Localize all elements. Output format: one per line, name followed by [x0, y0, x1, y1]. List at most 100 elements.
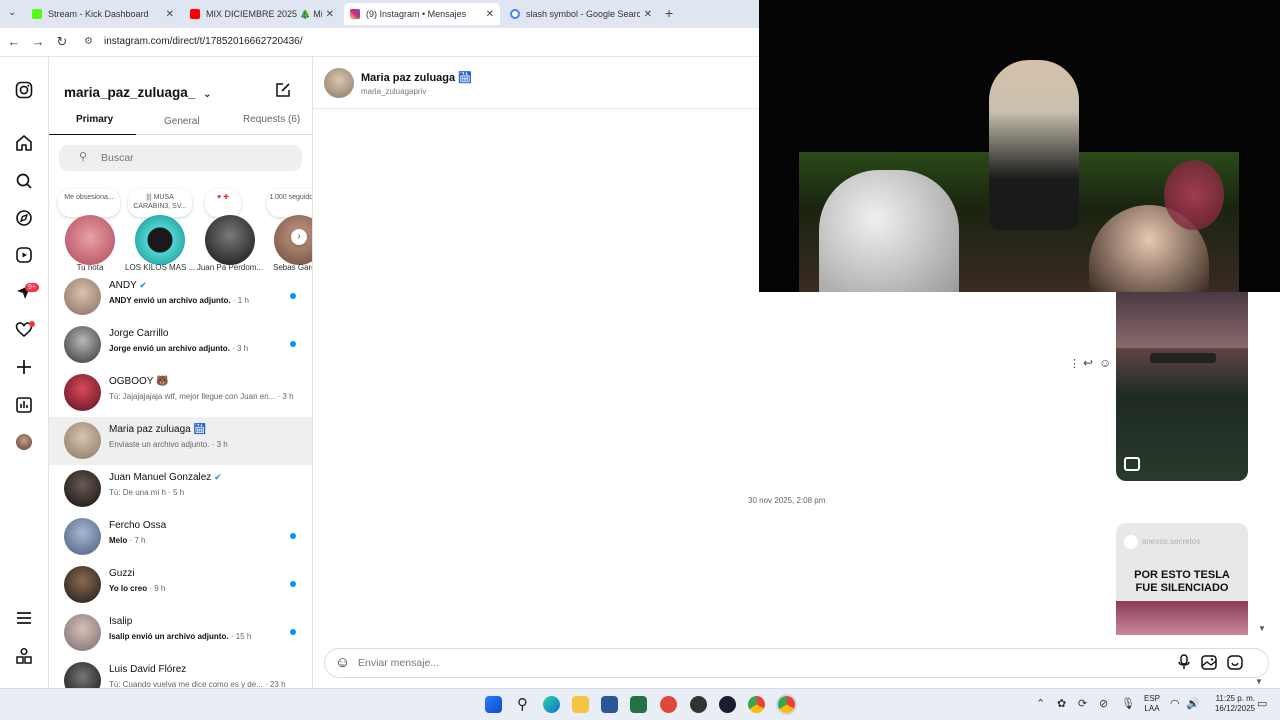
address-bar[interactable]: instagram.com/direct/t/17852016662720436…	[104, 36, 302, 47]
tab-primary-underline	[49, 134, 136, 135]
microphone-icon[interactable]: 🎙	[1121, 697, 1135, 710]
search-icon[interactable]: ⚲	[514, 696, 531, 713]
close-tab-icon[interactable]: ✕	[326, 9, 334, 20]
shared-reel[interactable]: anexos.secretos POR ESTO TESLA FUE SILEN…	[1116, 523, 1248, 635]
edge-icon[interactable]	[543, 696, 560, 713]
conversation-item[interactable]: Isalip Isalip envió un archivo adjunto. …	[49, 609, 312, 657]
scroll-down-icon[interactable]: ▼	[1255, 677, 1263, 686]
chrome-icon[interactable]	[748, 696, 765, 713]
word-icon[interactable]	[601, 696, 618, 713]
video-plant	[1164, 160, 1224, 230]
note-bubble[interactable]: ♥ ✚	[205, 189, 241, 217]
conversation-item[interactable]: ANDY ✔ ANDY envió un archivo adjunto. · …	[49, 273, 312, 321]
conversation-item[interactable]: Jorge Carrillo Jorge envió un archivo ad…	[49, 321, 312, 369]
clock[interactable]: 11:25 p. m. 16/12/2025	[1203, 694, 1255, 714]
conversation-item[interactable]: OGBOOY 🐻 Tú: Jajajajajaja wtf, mejor lle…	[49, 369, 312, 417]
emoji-icon[interactable]: ☺	[335, 654, 350, 671]
tab-primary[interactable]: Primary	[76, 114, 113, 125]
explore-icon[interactable]	[13, 207, 35, 229]
tab-list-icon[interactable]: ⌄	[8, 7, 16, 18]
react-emoji-icon[interactable]: ☺	[1099, 356, 1111, 370]
conversation-item[interactable]: Guzzi Yo lo creo · 9 h	[49, 561, 312, 609]
file-explorer-icon[interactable]	[572, 696, 589, 713]
account-username[interactable]: maria_paz_zuluaga_ ⌄	[64, 85, 211, 100]
search-field[interactable]: ⚲ Buscar	[59, 145, 302, 171]
tab-label: Stream - Kick Dashboard	[48, 9, 149, 19]
sticker-icon[interactable]	[1227, 655, 1243, 675]
reel-icon	[1124, 457, 1140, 471]
conversation-item[interactable]: Juan Manuel Gonzalez ✔ Tú: De una mi h ·…	[49, 465, 312, 513]
obs-icon[interactable]	[690, 696, 707, 713]
acrobat-icon[interactable]	[660, 696, 677, 713]
network-off-icon[interactable]: ⊘	[1099, 697, 1108, 710]
avatar	[64, 326, 101, 363]
conversation-preview: Yo lo creo · 9 h	[109, 584, 166, 593]
contact-name[interactable]: Maria paz zuluaga 🛗	[361, 71, 472, 84]
reels-icon[interactable]	[13, 244, 35, 266]
unread-dot	[290, 581, 296, 587]
wifi-icon[interactable]: ◠	[1170, 697, 1180, 710]
new-tab-button[interactable]: +	[665, 5, 673, 21]
language-bottom: LAA	[1144, 704, 1160, 713]
forward-icon[interactable]: →	[29, 34, 47, 49]
tab-general[interactable]: General	[164, 116, 200, 127]
tab-instagram[interactable]: (9) Instagram • Mensajes ✕	[344, 3, 500, 25]
instagram-logo-icon[interactable]	[13, 79, 35, 101]
scroll-down-icon[interactable]: ▼	[1258, 624, 1266, 633]
reload-icon[interactable]: ↻	[53, 34, 71, 50]
reply-icon[interactable]: ↩	[1083, 356, 1093, 370]
close-tab-icon[interactable]: ✕	[486, 9, 494, 20]
conversation-item[interactable]: Luis David Flórez Tú: Cuando vuelva me d…	[49, 657, 312, 688]
volume-icon[interactable]: 🔊	[1186, 697, 1200, 710]
note-bubble[interactable]: ||| MUSA CARABIN3, SV...	[128, 189, 192, 217]
clock-date: 16/12/2025	[1214, 704, 1255, 713]
app-icon[interactable]	[719, 696, 736, 713]
sync-icon[interactable]: ⟳	[1078, 697, 1087, 710]
close-tab-icon[interactable]: ✕	[166, 9, 174, 20]
note-bubble[interactable]: Me obsesiona...	[58, 189, 120, 217]
back-icon[interactable]: ←	[5, 34, 23, 49]
language-indicator[interactable]: ESP LAA	[1144, 694, 1160, 714]
kick-favicon-icon	[32, 9, 42, 19]
site-info-icon[interactable]: ⚙	[84, 36, 93, 47]
dashboard-icon[interactable]	[13, 394, 35, 416]
tab-requests[interactable]: Requests (6)	[243, 114, 300, 125]
reel-thumbnail	[1116, 601, 1248, 635]
image-icon[interactable]	[1201, 655, 1217, 675]
note-avatar[interactable]	[205, 215, 255, 265]
note-name: LOS KILOS MAS ...	[125, 263, 195, 272]
home-icon[interactable]	[13, 132, 35, 154]
message-input[interactable]: Enviar mensaje...	[358, 657, 439, 669]
create-icon[interactable]	[13, 356, 35, 378]
tab-kick[interactable]: Stream - Kick Dashboard ✕	[26, 3, 180, 25]
notes-next-icon[interactable]: ›	[291, 229, 307, 245]
tray-app-icon[interactable]: ✿	[1057, 697, 1066, 710]
search-icon[interactable]	[13, 170, 35, 192]
chrome-profile-icon[interactable]	[778, 696, 795, 713]
note-avatar[interactable]	[65, 215, 115, 265]
tab-youtube[interactable]: MIX DICIEMBRE 2025 🎄 Mix Ne ✕	[184, 3, 340, 25]
activity-dot	[29, 321, 35, 327]
conversation-name: Luis David Flórez	[109, 664, 187, 675]
conversation-name: ANDY ✔	[109, 280, 147, 291]
new-message-icon[interactable]	[275, 82, 291, 103]
message-more-icon[interactable]: ⋮	[1069, 357, 1080, 370]
close-tab-icon[interactable]: ✕	[644, 9, 652, 20]
profile-avatar[interactable]	[13, 431, 35, 453]
menu-icon[interactable]	[13, 607, 35, 629]
tray-overflow-icon[interactable]: ⌃	[1036, 697, 1045, 710]
apps-icon[interactable]	[13, 645, 35, 667]
avatar	[64, 470, 101, 507]
contact-handle: maria_zuluagapriv	[361, 87, 427, 96]
conversation-item[interactable]: Fercho Ossa Melo · 7 h	[49, 513, 312, 561]
note-avatar[interactable]	[135, 215, 185, 265]
start-icon[interactable]	[485, 696, 502, 713]
conversation-item-selected[interactable]: Maria paz zuluaga 🛗 Enviaste un archivo …	[49, 417, 312, 465]
excel-icon[interactable]	[630, 696, 647, 713]
microphone-icon[interactable]	[1177, 654, 1191, 675]
contact-avatar[interactable]	[324, 68, 354, 98]
pip-video[interactable]	[759, 0, 1280, 292]
tab-google[interactable]: slash symbol - Google Search ✕	[504, 3, 658, 25]
notification-icon[interactable]: ▭	[1257, 697, 1267, 710]
note-bubble[interactable]: 1.000 seguidores !	[267, 189, 312, 217]
